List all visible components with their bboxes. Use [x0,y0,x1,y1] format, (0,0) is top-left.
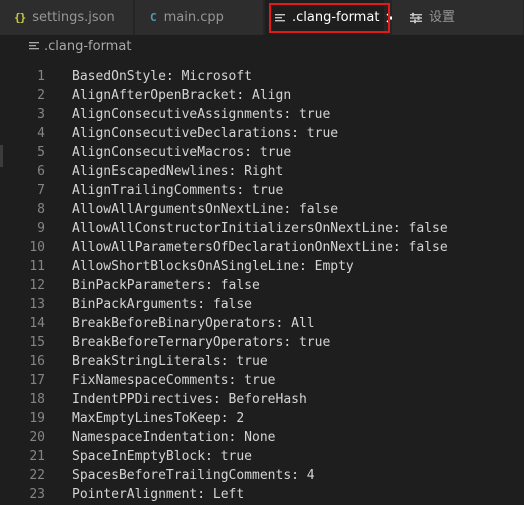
code-editor[interactable]: 1 BasedOnStyle: Microsoft 2 AlignAfterOpenB… [0,67,524,505]
line-number: 18 [29,392,45,407]
tab-label: settings.json [32,10,115,25]
line-number: 12 [29,278,45,293]
gutter-marker [0,145,3,167]
tab-settings-editor[interactable]: 设置 [392,0,524,35]
code-line[interactable]: 20 NamespaceIndentation: None [0,428,524,447]
code-line[interactable]: 16 BreakStringLiterals: true [0,352,524,371]
tab-settings-json[interactable]: {} settings.json [0,0,134,35]
settings-editor-icon [409,11,423,25]
code-text[interactable]: AlignTrailingComments: true [72,181,283,200]
code-text[interactable]: AllowAllArgumentsOnNextLine: false [72,200,338,219]
cpp-file-icon: C [150,11,157,24]
code-line[interactable]: 9 AllowAllConstructorInitializersOnNextLi… [0,219,524,238]
code-line[interactable]: 12 BinPackParameters: false [0,276,524,295]
line-number: 4 [37,126,45,141]
code-text[interactable]: SpacesBeforeTrailingComments: 4 [72,466,315,485]
code-line[interactable]: 3 AlignConsecutiveAssignments: true [0,105,524,124]
code-line[interactable]: 2 AlignAfterOpenBracket: Align [0,86,524,105]
line-number: 19 [29,411,45,426]
code-line[interactable]: 23 PointerAlignment: Left [0,485,524,504]
tab-label: .clang-format [292,10,380,25]
code-line[interactable]: 17 FixNamespaceComments: true [0,371,524,390]
line-number: 21 [29,449,45,464]
line-number: 3 [37,107,45,122]
line-number: 11 [29,259,45,274]
code-text[interactable]: NamespaceIndentation: None [72,428,276,447]
code-line[interactable]: 15 BreakBeforeTernaryOperators: true [0,333,524,352]
line-number: 2 [37,88,45,103]
code-line[interactable]: 14 BreakBeforeBinaryOperators: All [0,314,524,333]
code-text[interactable]: PointerAlignment: Left [72,485,244,504]
code-text[interactable]: AllowAllConstructorInitializersOnNextLin… [72,219,448,238]
code-text[interactable]: AlignConsecutiveDeclarations: true [72,124,338,143]
code-text[interactable]: FixNamespaceComments: true [72,371,276,390]
code-line[interactable]: 1 BasedOnStyle: Microsoft [0,67,524,86]
code-line[interactable]: 10 AllowAllParametersOfDeclarationOnNextL… [0,238,524,257]
code-text[interactable]: AlignConsecutiveAssignments: true [72,105,330,124]
code-line[interactable]: 18 IndentPPDirectives: BeforeHash [0,390,524,409]
line-number: 14 [29,316,45,331]
code-text[interactable]: AlignEscapedNewlines: Right [72,162,283,181]
code-line[interactable]: 8 AllowAllArgumentsOnNextLine: false [0,200,524,219]
line-number: 20 [29,430,45,445]
code-line[interactable]: 5 AlignConsecutiveMacros: true [0,143,524,162]
tab-bar: {} settings.json C main.cpp .clang-forma… [0,0,524,35]
line-number: 22 [29,468,45,483]
code-line[interactable]: 22 SpacesBeforeTrailingComments: 4 [0,466,524,485]
code-text[interactable]: BasedOnStyle: Microsoft [72,67,252,86]
code-text[interactable]: BreakBeforeTernaryOperators: true [72,333,330,352]
code-text[interactable]: BreakStringLiterals: true [72,352,268,371]
line-number: 17 [29,373,45,388]
code-text[interactable]: AlignConsecutiveMacros: true [72,143,291,162]
code-text[interactable]: AlignAfterOpenBracket: Align [72,86,291,105]
line-number: 1 [37,69,45,84]
line-number: 8 [37,202,45,217]
code-line[interactable]: 13 BinPackArguments: false [0,295,524,314]
tab-label: main.cpp [163,10,224,25]
code-line[interactable]: 21 SpaceInEmptyBlock: true [0,447,524,466]
lines-file-icon [28,40,40,52]
line-number: 15 [29,335,45,350]
tab-main-cpp[interactable]: C main.cpp [135,0,264,35]
code-line[interactable]: 11 AllowShortBlocksOnASingleLine: Empty [0,257,524,276]
editor-window: {} settings.json C main.cpp .clang-forma… [0,0,524,505]
line-number: 9 [37,221,45,236]
code-line[interactable]: 19 MaxEmptyLinesToKeep: 2 [0,409,524,428]
code-text[interactable]: AllowAllParametersOfDeclarationOnNextLin… [72,238,448,257]
line-number: 6 [37,164,45,179]
line-number: 10 [29,240,45,255]
line-number: 23 [29,487,45,502]
breadcrumb: .clang-format [0,35,524,57]
breadcrumb-file[interactable]: .clang-format [44,39,131,54]
tab-clang-format[interactable]: .clang-format [265,0,396,35]
code-text[interactable]: BinPackParameters: false [72,276,260,295]
code-line[interactable]: 6 AlignEscapedNewlines: Right [0,162,524,181]
lines-file-icon [274,12,286,24]
code-text[interactable]: SpaceInEmptyBlock: true [72,447,252,466]
code-text[interactable]: MaxEmptyLinesToKeep: 2 [72,409,244,428]
code-text[interactable]: BinPackArguments: false [72,295,252,314]
line-number: 5 [37,145,45,160]
line-number: 13 [29,297,45,312]
code-text[interactable]: AllowShortBlocksOnASingleLine: Empty [72,257,354,276]
line-number: 7 [37,183,45,198]
line-number: 16 [29,354,45,369]
code-line[interactable]: 7 AlignTrailingComments: true [0,181,524,200]
code-text[interactable]: IndentPPDirectives: BeforeHash [72,390,307,409]
code-line[interactable]: 4 AlignConsecutiveDeclarations: true [0,124,524,143]
json-braces-icon: {} [14,11,26,24]
tab-label: 设置 [429,10,456,25]
code-text[interactable]: BreakBeforeBinaryOperators: All [72,314,315,333]
